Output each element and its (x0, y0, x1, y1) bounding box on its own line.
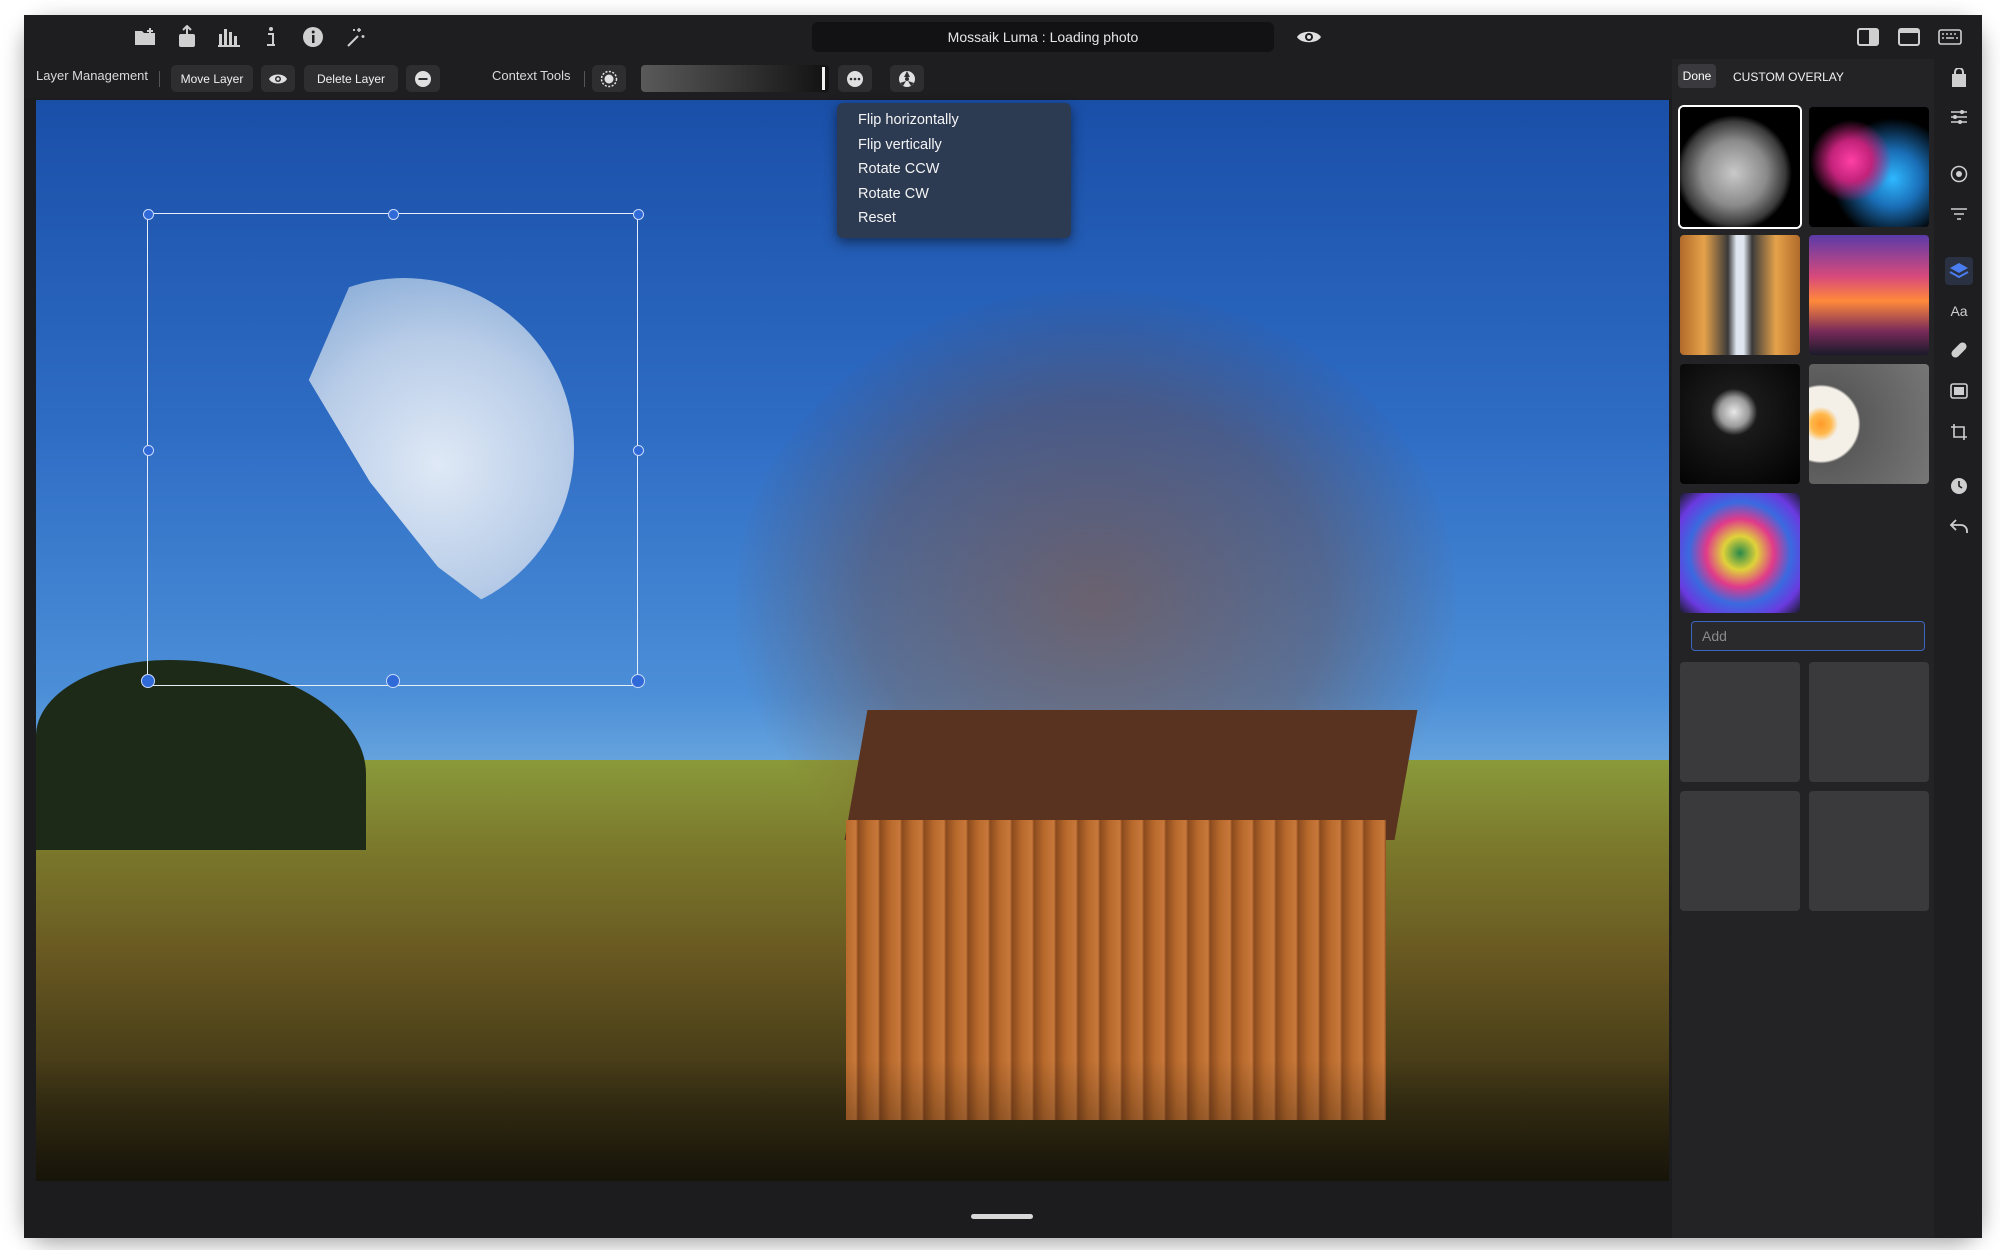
thumbnail-paint-splash[interactable] (1809, 107, 1929, 227)
history-icon[interactable] (1945, 472, 1973, 500)
opacity-slider[interactable] (641, 65, 829, 92)
brightness-icon (600, 70, 618, 87)
info-text-icon[interactable] (256, 22, 286, 52)
context-tools-label: Context Tools (492, 68, 571, 83)
magic-wand-icon[interactable] (340, 22, 370, 52)
resize-handle-bottom-left[interactable] (141, 674, 155, 688)
menu-item-flip-horizontally[interactable]: Flip horizontally (837, 108, 1071, 133)
slider-thumb[interactable] (822, 67, 825, 90)
thumbnail-rainbow-rose[interactable] (1680, 493, 1800, 613)
aperture-icon (899, 70, 915, 87)
toolbar-divider (159, 71, 160, 87)
resize-handle-top-right[interactable] (633, 209, 644, 220)
histogram-icon[interactable] (214, 22, 244, 52)
bag-icon[interactable] (1945, 64, 1973, 92)
resize-handle-top[interactable] (388, 209, 399, 220)
resize-handle-top-left[interactable] (143, 209, 154, 220)
panel-title: CUSTOM OVERLAY (1733, 70, 1844, 84)
text-icon-label: Aa (1950, 303, 1968, 319)
blend-mode-button[interactable] (890, 65, 924, 92)
moon-overlay (308, 278, 574, 618)
frame-icon[interactable] (1945, 377, 1973, 405)
menu-item-reset[interactable]: Reset (837, 206, 1071, 231)
bandage-icon[interactable] (1945, 336, 1973, 364)
minus-circle-icon (415, 70, 431, 87)
done-button[interactable]: Done (1678, 64, 1716, 88)
more-options-button[interactable] (838, 65, 872, 92)
menu-item-flip-vertically[interactable]: Flip vertically (837, 133, 1071, 158)
sliders-icon[interactable] (1945, 103, 1973, 131)
thumbnail-building-facade[interactable] (1680, 235, 1800, 355)
layer-management-label: Layer Management (36, 68, 149, 83)
foreground-shadow (36, 1060, 1669, 1181)
remove-button[interactable] (406, 65, 440, 92)
ellipsis-circle-icon (847, 70, 863, 87)
text-icon[interactable]: Aa (1945, 297, 1973, 325)
target-icon[interactable] (1945, 160, 1973, 188)
undo-icon[interactable] (1945, 512, 1973, 540)
photo-canvas[interactable] (36, 100, 1669, 1181)
window-icon[interactable] (1894, 22, 1924, 52)
transform-menu: Flip horizontally Flip vertically Rotate… (837, 103, 1071, 238)
filter-icon[interactable] (1945, 200, 1973, 228)
crop-icon[interactable] (1945, 418, 1973, 446)
menu-item-rotate-cw[interactable]: Rotate CW (837, 182, 1071, 207)
add-overlay-input[interactable] (1691, 621, 1925, 651)
empty-slot[interactable] (1809, 791, 1929, 911)
delete-layer-button[interactable]: Delete Layer (304, 65, 398, 92)
sidebar-toggle-icon[interactable] (1853, 22, 1883, 52)
empty-slot[interactable] (1680, 791, 1800, 911)
thumbnail-dandelion[interactable] (1680, 364, 1800, 484)
empty-slot[interactable] (1680, 662, 1800, 782)
toolbar-divider (584, 71, 585, 87)
window-title: Mossaik Luma : Loading photo (812, 22, 1274, 52)
empty-slot[interactable] (1809, 662, 1929, 782)
thumbnail-fried-egg[interactable] (1809, 364, 1929, 484)
window-title-text: Mossaik Luma : Loading photo (947, 29, 1139, 45)
move-layer-button[interactable]: Move Layer (171, 65, 253, 92)
keyboard-icon[interactable] (1935, 22, 1965, 52)
layer-toolbar: Layer Management Move Layer Delete Layer… (24, 59, 1672, 99)
resize-handle-right[interactable] (633, 445, 644, 456)
resize-handle-bottom[interactable] (386, 674, 400, 688)
menu-item-rotate-ccw[interactable]: Rotate CCW (837, 157, 1071, 182)
eye-icon[interactable] (1294, 22, 1324, 52)
layer-visibility-button[interactable] (261, 65, 295, 92)
bottom-bar (24, 1181, 1672, 1238)
resize-handle-bottom-right[interactable] (631, 674, 645, 688)
resize-handle-left[interactable] (143, 445, 154, 456)
layers-icon[interactable] (1945, 257, 1973, 285)
thumbnail-moon[interactable] (1680, 107, 1800, 227)
tool-rail (1934, 59, 1982, 1238)
home-indicator[interactable] (971, 1214, 1033, 1219)
folder-add-icon[interactable] (130, 22, 160, 52)
overlay-layer-selection[interactable] (141, 209, 645, 688)
info-circle-icon[interactable] (298, 22, 328, 52)
thumbnail-sunset-clouds[interactable] (1809, 235, 1929, 355)
forest-background (36, 660, 366, 850)
opacity-button[interactable] (592, 65, 626, 92)
share-icon[interactable] (172, 22, 202, 52)
eye-icon (269, 74, 287, 83)
